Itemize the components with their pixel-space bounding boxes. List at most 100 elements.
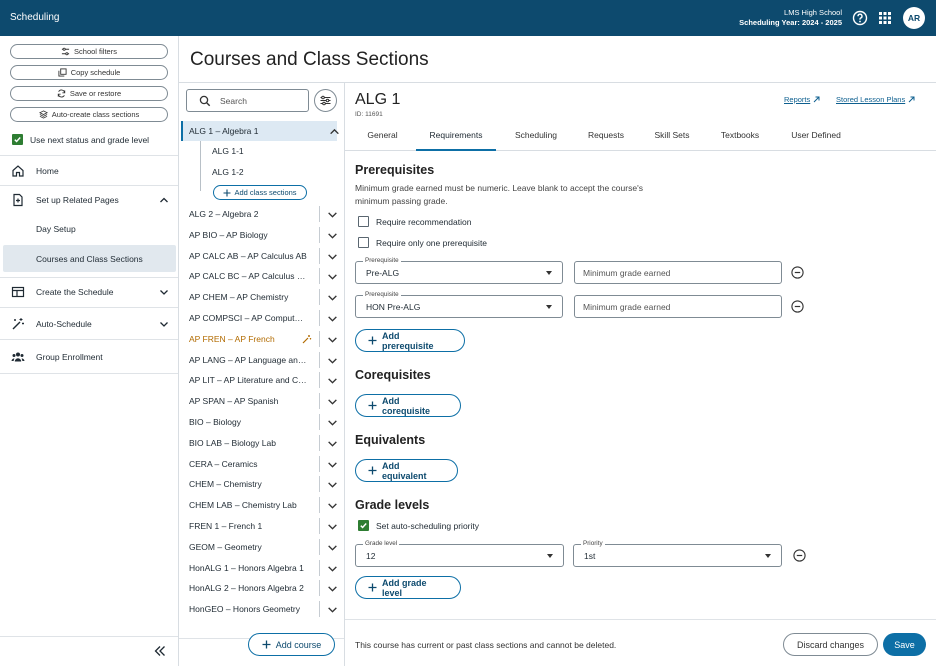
- require-recommendation-row[interactable]: Require recommendation: [358, 216, 471, 227]
- collapse-sidebar-icon[interactable]: [153, 644, 167, 658]
- tab-textbooks[interactable]: Textbooks: [710, 130, 770, 151]
- sidebar-item-group-enrollment[interactable]: Group Enrollment: [0, 343, 178, 371]
- chevron-down-icon[interactable]: [327, 334, 338, 345]
- section-item[interactable]: ALG 1-1: [212, 146, 244, 156]
- add-equivalent-button[interactable]: Add equivalent: [355, 459, 458, 482]
- chevron-down-icon[interactable]: [327, 500, 338, 511]
- course-item[interactable]: AP FREN – AP French: [181, 329, 337, 349]
- course-item[interactable]: FREN 1 – French 1: [181, 516, 337, 536]
- school-filters-button[interactable]: School filters: [10, 44, 168, 59]
- chevron-down-icon[interactable]: [327, 479, 338, 490]
- course-item[interactable]: AP CALC BC – AP Calculus BC: [181, 266, 337, 286]
- tab-skill-sets[interactable]: Skill Sets: [645, 130, 699, 151]
- add-corequisite-button[interactable]: Add corequisite: [355, 394, 461, 417]
- course-item[interactable]: AP LIT – AP Literature and Composition: [181, 370, 337, 390]
- course-item[interactable]: AP LANG – AP Language and Composition: [181, 350, 337, 370]
- course-item[interactable]: ALG 2 – Algebra 2: [181, 204, 337, 224]
- sidebar-item-auto-schedule[interactable]: Auto-Schedule: [0, 310, 178, 338]
- prerequisites-help: Minimum grade earned must be numeric. Le…: [355, 183, 643, 206]
- auto-create-sections-button[interactable]: Auto-create class sections: [10, 107, 168, 122]
- course-item[interactable]: CERA – Ceramics: [181, 454, 337, 474]
- course-item[interactable]: AP BIO – AP Biology: [181, 225, 337, 245]
- course-item[interactable]: CHEM LAB – Chemistry Lab: [181, 495, 337, 515]
- search-input[interactable]: [220, 94, 305, 108]
- min-grade-field[interactable]: [574, 295, 782, 318]
- stored-lesson-plans-link[interactable]: Stored Lesson Plans: [836, 95, 915, 104]
- add-course-button[interactable]: Add course: [248, 633, 335, 656]
- chevron-down-icon[interactable]: [327, 209, 338, 220]
- course-item[interactable]: HonGEO – Honors Geometry: [181, 599, 337, 619]
- remove-circle-icon[interactable]: [793, 549, 806, 562]
- remove-circle-icon[interactable]: [791, 300, 804, 313]
- course-item[interactable]: GEOM – Geometry: [181, 537, 337, 557]
- app-grid-icon[interactable]: [877, 10, 893, 26]
- chevron-down-icon[interactable]: [327, 604, 338, 615]
- auto-priority-row[interactable]: Set auto-scheduling priority: [358, 520, 479, 531]
- auto-priority-checkbox[interactable]: [358, 520, 369, 531]
- reports-link[interactable]: Reports: [784, 95, 820, 104]
- course-item[interactable]: AP CHEM – AP Chemistry: [181, 287, 337, 307]
- next-status-checkbox-row[interactable]: Use next status and grade level: [12, 134, 149, 145]
- chevron-down-icon[interactable]: [327, 438, 338, 449]
- save-or-restore-button[interactable]: Save or restore: [10, 86, 168, 101]
- chevron-up-icon[interactable]: [329, 126, 340, 137]
- chevron-down-icon[interactable]: [327, 292, 338, 303]
- copy-schedule-button[interactable]: Copy schedule: [10, 65, 168, 80]
- chevron-down-icon[interactable]: [327, 271, 338, 282]
- sidebar-item-day-setup[interactable]: Day Setup: [3, 215, 176, 242]
- sidebar-item-create-schedule[interactable]: Create the Schedule: [0, 278, 178, 306]
- tab-user-defined[interactable]: User Defined: [781, 130, 851, 151]
- discard-changes-button[interactable]: Discard changes: [783, 633, 878, 656]
- prerequisite-select[interactable]: Prerequisite HON Pre-ALG: [355, 291, 563, 318]
- chevron-down-icon[interactable]: [327, 542, 338, 553]
- help-icon[interactable]: [852, 10, 868, 26]
- sidebar-item-setup[interactable]: Set up Related Pages: [0, 186, 178, 214]
- add-grade-level-button[interactable]: Add grade level: [355, 576, 461, 599]
- chevron-down-icon[interactable]: [327, 251, 338, 262]
- row-separator: [319, 538, 320, 555]
- chevron-down-icon[interactable]: [327, 583, 338, 594]
- course-item[interactable]: AP CALC AB – AP Calculus AB: [181, 246, 337, 266]
- course-item[interactable]: AP COMPSCI – AP Computer Science: [181, 308, 337, 328]
- user-avatar[interactable]: AR: [903, 7, 925, 29]
- min-grade-input[interactable]: [583, 266, 773, 280]
- priority-select[interactable]: Priority 1st: [573, 540, 782, 567]
- course-item[interactable]: HonALG 1 – Honors Algebra 1: [181, 558, 337, 578]
- grade-level-select[interactable]: Grade level 12: [355, 540, 564, 567]
- tab-requirements[interactable]: Requirements: [416, 130, 496, 151]
- search-box[interactable]: [186, 89, 309, 112]
- chevron-down-icon[interactable]: [327, 563, 338, 574]
- chevron-down-icon[interactable]: [327, 417, 338, 428]
- chevron-down-icon[interactable]: [327, 313, 338, 324]
- add-class-sections-button[interactable]: Add class sections: [213, 185, 307, 200]
- course-item[interactable]: BIO LAB – Biology Lab: [181, 433, 337, 453]
- filter-button[interactable]: [314, 89, 337, 112]
- min-grade-field[interactable]: [574, 261, 782, 284]
- chevron-down-icon[interactable]: [327, 459, 338, 470]
- remove-circle-icon[interactable]: [791, 266, 804, 279]
- chevron-down-icon[interactable]: [327, 375, 338, 386]
- require-one-checkbox[interactable]: [358, 237, 369, 248]
- chevron-down-icon[interactable]: [327, 230, 338, 241]
- prerequisite-select[interactable]: Prerequisite Pre-ALG: [355, 257, 563, 284]
- require-one-row[interactable]: Require only one prerequisite: [358, 237, 487, 248]
- course-item[interactable]: HonALG 2 – Honors Algebra 2: [181, 578, 337, 598]
- require-recommendation-checkbox[interactable]: [358, 216, 369, 227]
- tab-requests[interactable]: Requests: [578, 130, 634, 151]
- chevron-down-icon[interactable]: [327, 396, 338, 407]
- chevron-down-icon[interactable]: [327, 521, 338, 532]
- save-button[interactable]: Save: [883, 633, 926, 656]
- sidebar-item-home[interactable]: Home: [0, 157, 178, 185]
- chevron-down-icon[interactable]: [327, 355, 338, 366]
- min-grade-input[interactable]: [583, 300, 773, 314]
- add-prerequisite-button[interactable]: Add prerequisite: [355, 329, 465, 352]
- tab-scheduling[interactable]: Scheduling: [505, 130, 567, 151]
- next-status-checkbox[interactable]: [12, 134, 23, 145]
- course-item-selected[interactable]: ALG 1 – Algebra 1: [181, 121, 340, 141]
- course-item[interactable]: AP SPAN – AP Spanish: [181, 391, 337, 411]
- course-item[interactable]: CHEM – Chemistry: [181, 474, 337, 494]
- tab-general[interactable]: General: [355, 130, 410, 151]
- course-item[interactable]: BIO – Biology: [181, 412, 337, 432]
- section-item[interactable]: ALG 1-2: [212, 167, 244, 177]
- sidebar-item-courses[interactable]: Courses and Class Sections: [3, 245, 176, 272]
